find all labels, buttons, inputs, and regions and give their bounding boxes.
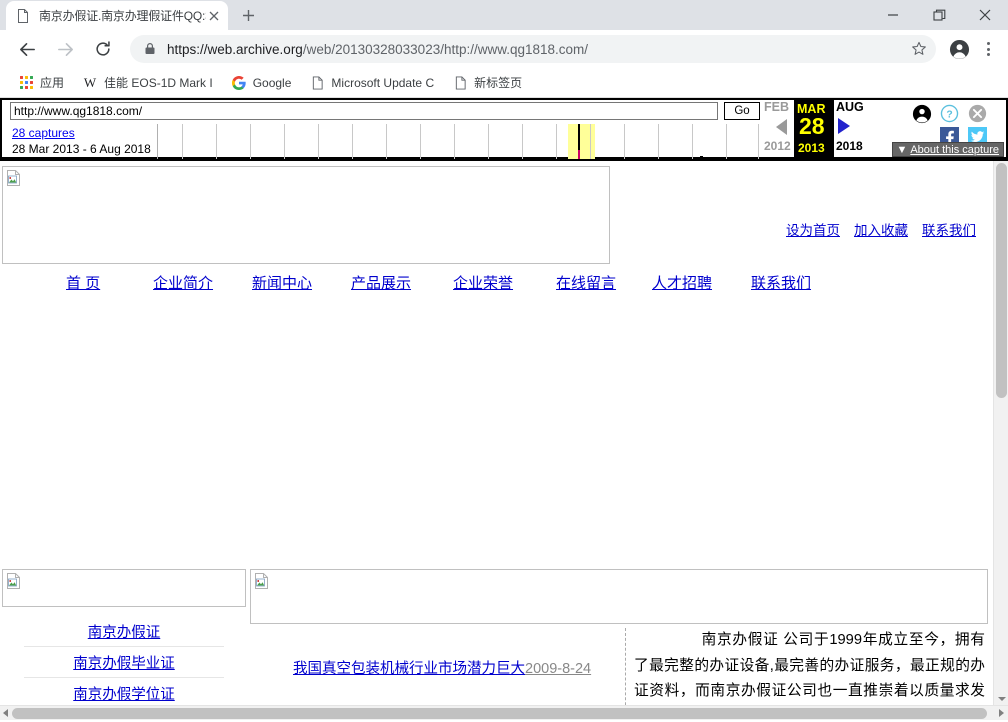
nav-item-news[interactable]: 新闻中心 [252, 272, 312, 293]
browser-tab[interactable]: 南京办假证.南京办理假证件QQ:3 [6, 1, 228, 30]
url-text: https://web.archive.org/web/201303280330… [167, 42, 906, 57]
url-host: https://web.archive.org [167, 41, 303, 57]
list-item[interactable]: 南京办假毕业证 [24, 647, 224, 678]
bookmark-label: 佳能 EOS-1D Mark I [104, 76, 213, 90]
browser-toolbar: https://web.archive.org/web/201303280330… [0, 30, 1008, 68]
wayback-captures-link[interactable]: 28 captures [12, 126, 75, 140]
close-icon[interactable] [206, 8, 222, 24]
profile-avatar-icon[interactable] [945, 35, 973, 63]
nav-item-about[interactable]: 企业简介 [153, 272, 213, 293]
tab-title: 南京办假证.南京办理假证件QQ:3 [39, 9, 206, 23]
page-horizontal-scrollbar[interactable] [0, 705, 1008, 720]
sidebar-link[interactable]: 南京办假证 [88, 621, 161, 642]
vertical-scroll-thumb[interactable] [996, 163, 1007, 398]
question-mark-icon[interactable]: ? [940, 104, 959, 128]
page-vertical-scrollbar[interactable] [993, 161, 1008, 705]
reload-icon[interactable] [89, 35, 117, 63]
bookmarks-bar: 应用 W 佳能 EOS-1D Mark I Google Microsoft U… [0, 68, 1008, 98]
wayback-url-input[interactable]: http://www.qg1818.com/ [10, 102, 718, 120]
list-item[interactable]: 南京办假证 [24, 616, 224, 647]
wayback-next-month: AUG [836, 100, 864, 114]
page-icon [309, 75, 325, 91]
sidebar-link[interactable]: 南京办假学位证 [73, 683, 175, 704]
wayback-date-range: 28 Mar 2013 - 6 Aug 2018 [12, 142, 151, 156]
lock-icon [144, 42, 158, 56]
nav-item-home[interactable]: 首 页 [66, 272, 100, 293]
url-path: /web/20130328033023/http://www.qg1818.co… [302, 41, 589, 57]
nav-item-products[interactable]: 产品展示 [351, 272, 411, 293]
tab-strip: 南京办假证.南京办理假证件QQ:3 [0, 0, 1008, 30]
window-close-icon[interactable] [962, 0, 1008, 30]
bookmark-msupdate[interactable]: Microsoft Update C [301, 71, 442, 95]
left-triangle-icon[interactable] [776, 119, 787, 135]
maximize-icon[interactable] [916, 0, 962, 30]
wayback-toolbar: http://www.qg1818.com/ Go FEB 2012 AUG 2… [0, 98, 1008, 161]
archived-page-content: 设为首页 加入收藏 联系我们 首 页 企业简介 新闻中心 产品展示 企业荣誉 在线留… [0, 161, 1008, 720]
bookmark-newtab[interactable]: 新标签页 [444, 71, 530, 95]
contact-us-top-link[interactable]: 联系我们 [922, 223, 976, 238]
nav-item-message[interactable]: 在线留言 [556, 272, 616, 293]
news-date: 2009-8-24 [525, 661, 592, 677]
nav-item-honors[interactable]: 企业荣誉 [453, 272, 513, 293]
browser-chrome: 南京办假证.南京办理假证件QQ:3 https://web.archive.or… [0, 0, 1008, 98]
scroll-left-arrow-icon[interactable] [3, 709, 8, 717]
broken-image-icon [6, 170, 21, 191]
wayback-go-button[interactable]: Go [724, 102, 760, 120]
wayback-prev-month: FEB [764, 100, 789, 114]
about-this-capture-label: About this capture [910, 143, 999, 156]
broken-image-icon [6, 573, 21, 594]
bookmark-canon[interactable]: W 佳能 EOS-1D Mark I [74, 71, 221, 95]
news-title-link[interactable]: 我国真空包装机械行业市场潜力巨大 [293, 661, 525, 677]
about-this-capture-button[interactable]: ▼ About this capture [892, 142, 1004, 157]
bookmark-google[interactable]: Google [223, 71, 300, 95]
wayback-prev-year: 2012 [764, 139, 791, 153]
wayback-current-day: 28 [799, 113, 825, 139]
news-item: 我国真空包装机械行业市场潜力巨大2009-8-24 [293, 658, 593, 681]
address-bar[interactable]: https://web.archive.org/web/201303280330… [130, 35, 936, 63]
svg-text:?: ? [946, 109, 952, 120]
forward-arrow-icon[interactable] [51, 35, 79, 63]
wayback-next-year: 2018 [836, 139, 863, 153]
broken-image-icon [254, 573, 269, 594]
nav-item-careers[interactable]: 人才招聘 [652, 272, 712, 293]
add-favorite-link[interactable]: 加入收藏 [854, 223, 908, 238]
google-g-icon [231, 75, 247, 91]
bookmark-apps[interactable]: 应用 [10, 71, 72, 95]
caret-down-icon: ▼ [896, 143, 908, 156]
sidebar-link-list: 南京办假证 南京办假毕业证 南京办假学位证 [2, 616, 246, 709]
apps-grid-icon [18, 75, 34, 91]
bookmark-label: 新标签页 [474, 76, 523, 90]
utility-links: 设为首页 加入收藏 联系我们 [772, 219, 976, 239]
page-icon [452, 75, 468, 91]
window-controls [870, 0, 1008, 30]
horizontal-scroll-thumb[interactable] [12, 708, 987, 719]
content-banner-placeholder [250, 569, 988, 624]
header-banner-placeholder [2, 166, 610, 264]
sidebar-link[interactable]: 南京办假毕业证 [73, 652, 175, 673]
bookmark-star-icon[interactable] [906, 36, 932, 62]
bookmark-label: 应用 [40, 76, 65, 90]
scroll-right-arrow-icon[interactable] [999, 709, 1004, 717]
w-letter-icon: W [83, 74, 97, 90]
bookmark-label: Google [252, 75, 292, 90]
page-icon [15, 8, 31, 24]
wayback-current-year: 2013 [798, 141, 825, 155]
back-arrow-icon[interactable] [13, 35, 41, 63]
right-triangle-icon[interactable] [838, 118, 850, 134]
close-circle-icon[interactable] [968, 104, 987, 128]
set-homepage-link[interactable]: 设为首页 [786, 223, 840, 238]
three-dot-menu-icon[interactable] [976, 35, 1000, 63]
wayback-user-icon[interactable] [912, 104, 932, 129]
bookmark-label: Microsoft Update C [331, 75, 435, 90]
sidebar-banner-placeholder [2, 569, 246, 607]
minimize-icon[interactable] [870, 0, 916, 30]
nav-item-contact[interactable]: 联系我们 [751, 272, 811, 293]
wayback-timeline[interactable] [157, 124, 762, 159]
new-tab-button[interactable] [234, 1, 262, 29]
